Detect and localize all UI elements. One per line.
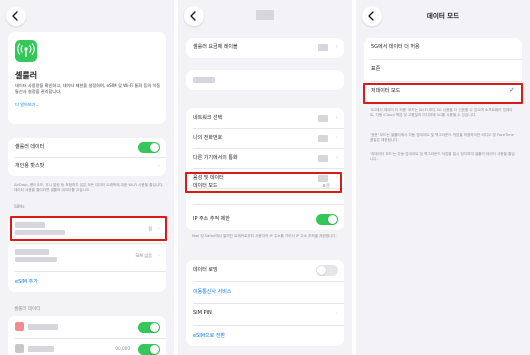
learn-more-link[interactable]: 더 알아보기...	[15, 102, 40, 108]
data-mode-footnote-low: '저데이터 모드'는 자동 업데이트 및 백그라운드 작업을 일시 정지하여 셀…	[370, 152, 515, 162]
ip-tracking-card: IP 주소 추적 제한	[186, 210, 344, 230]
sim1-status: 켬	[148, 226, 152, 231]
network-selection-row[interactable]: 네트워크 선택 ›	[186, 109, 344, 128]
chevron-right-icon: ›	[335, 115, 338, 121]
data-roaming-label: 데이터 로밍	[193, 267, 218, 273]
page-title: 셀룰러	[15, 71, 38, 80]
sim-pin-row[interactable]: SIM PIN ›	[186, 305, 344, 324]
checkmark-icon: ✓	[509, 86, 515, 94]
option-low-data-label: 저데이터 모드	[371, 88, 401, 94]
carrier-services-row[interactable]: 이동통신사 서비스	[186, 283, 344, 302]
sim-row-primary[interactable]: 켬 ›	[8, 218, 166, 240]
chevron-left-icon	[12, 11, 18, 21]
data-roaming-row: 데이터 로밍	[186, 261, 344, 280]
data-mode-label: 데이터 모드	[193, 183, 218, 189]
sims-card: 켬 › SIM 없음 › eSIM 추가	[8, 216, 166, 292]
cellular-data-section-header: 셀룰러 데이터	[14, 307, 41, 312]
carrier-services-link[interactable]: 이동통신사 서비스	[193, 288, 231, 295]
chevron-right-icon: ›	[335, 155, 338, 161]
chevron-right-icon: ›	[335, 135, 338, 141]
sim-pin-label: SIM PIN	[193, 310, 212, 316]
app-icon	[15, 344, 24, 353]
chevron-right-icon: ›	[157, 226, 160, 232]
convert-esim-row[interactable]: eSIM으로 전환	[186, 327, 344, 346]
data-mode-footnote-standard: '표준' 모드는 셀룰러에서 자동 업데이트 및 백그라운드 작업을 허용하지만…	[370, 133, 514, 143]
sim-row-secondary[interactable]: SIM 없음 ›	[8, 246, 166, 268]
data-mode-footnote-5g: '5G에서 데이터 더 허용' 모드는 Wi-Fi 보다 5G 사용을 더 선호…	[370, 108, 513, 118]
ip-tracking-label: IP 주소 추적 제한	[193, 216, 230, 222]
other-devices-calls-row[interactable]: 다른 기기에서의 통화 ›	[186, 149, 344, 168]
app-icon	[15, 322, 24, 331]
plan-label-row[interactable]: 셀룰러 요금제 레이블 ›	[186, 38, 344, 57]
ip-tracking-footnote: Mail 및 Safari에서 알려진 트래커로부터 사용자의 IP 주소를 가…	[192, 234, 337, 238]
ip-tracking-row: IP 주소 추적 제한	[186, 210, 344, 229]
app-data-usage: 00,000	[115, 346, 130, 351]
data-mode-panel: 데이터 모드 5G에서 데이터 더 허용 표준 저데이터 모드 ✓ '5G에서 …	[356, 0, 530, 355]
redacted-card	[186, 70, 344, 90]
hotspot-label: 개인용 핫스팟	[15, 163, 45, 169]
page-description: 데이터 사용량을 확인하고, 데이터 제한을 설정하며, eSIM 및 Wi-F…	[15, 83, 161, 94]
network-selection-label: 네트워크 선택	[193, 115, 223, 121]
chevron-left-icon	[190, 11, 196, 21]
chevron-right-icon: ›	[335, 44, 338, 50]
hotspot-row[interactable]: 개인용 핫스팟 ›	[8, 157, 166, 176]
antenna-radiowaves-icon	[15, 40, 37, 62]
convert-esim-link[interactable]: eSIM으로 전환	[193, 332, 225, 339]
chevron-right-icon: ›	[157, 163, 160, 169]
data-mode-options-card: 5G에서 데이터 더 허용 표준 저데이터 모드 ✓	[364, 38, 522, 102]
data-mode-row[interactable]: 데이터 모드 표준 ›	[186, 176, 344, 196]
option-standard-row[interactable]: 표준	[364, 60, 522, 80]
plan-label-card: 셀룰러 요금제 레이블 ›	[186, 38, 344, 58]
app-data-toggle[interactable]	[138, 322, 160, 333]
chevron-right-icon: ›	[335, 183, 338, 189]
sim2-status: SIM 없음	[135, 253, 152, 258]
add-esim-link[interactable]: eSIM 추가	[15, 278, 38, 285]
app-data-toggle[interactable]	[138, 344, 160, 355]
page-title: 데이터 모드	[426, 12, 460, 20]
cellular-data-card: 셀룰러 데이터 개인용 핫스팟 ›	[8, 138, 166, 176]
option-low-data-row[interactable]: 저데이터 모드 ✓	[364, 82, 522, 102]
nav-title-redacted	[256, 10, 274, 20]
app-data-row	[8, 318, 166, 337]
add-esim-row[interactable]: eSIM 추가	[8, 273, 166, 292]
carrier-card: 데이터 로밍 이동통신사 서비스 SIM PIN › eSIM으로 전환	[186, 260, 344, 346]
my-number-label: 나의 전화번호	[193, 135, 223, 141]
hotspot-footnote: AirDrop, 핸드오프, 무시 알림 등 포함하지 않은 모든 데이터 트래…	[14, 183, 164, 193]
carrier-settings-panel: 셀룰러 요금제 레이블 › 네트워크 선택 › 나의 전화번호 › 다른 기기에…	[178, 0, 352, 355]
app-data-card: 00,000	[8, 316, 166, 355]
option-standard-label: 표준	[371, 66, 381, 72]
back-button[interactable]	[184, 6, 204, 26]
data-roaming-toggle[interactable]	[316, 265, 338, 276]
my-number-row[interactable]: 나의 전화번호 ›	[186, 129, 344, 148]
option-5g-label: 5G에서 데이터 더 허용	[371, 44, 420, 50]
app-data-row: 00,000	[8, 340, 166, 355]
data-mode-value: 표준	[322, 183, 330, 188]
cellular-data-label: 셀룰러 데이터	[15, 144, 45, 150]
other-devices-calls-label: 다른 기기에서의 통화	[193, 155, 238, 161]
cellular-header-card: 셀룰러 데이터 사용량을 확인하고, 데이터 제한을 설정하며, eSIM 및 …	[8, 32, 166, 124]
cellular-data-toggle[interactable]	[138, 142, 160, 153]
ip-tracking-toggle[interactable]	[316, 214, 338, 225]
back-button[interactable]	[6, 6, 26, 26]
plan-label: 셀룰러 요금제 레이블	[193, 44, 238, 50]
cellular-data-row: 셀룰러 데이터	[8, 138, 166, 157]
sims-header: SIMs	[14, 205, 25, 210]
chevron-right-icon: ›	[335, 311, 338, 317]
chevron-right-icon: ›	[157, 253, 160, 259]
option-5g-row[interactable]: 5G에서 데이터 더 허용	[364, 38, 522, 58]
cellular-settings-panel: 셀룰러 데이터 사용량을 확인하고, 데이터 제한을 설정하며, eSIM 및 …	[0, 0, 174, 355]
